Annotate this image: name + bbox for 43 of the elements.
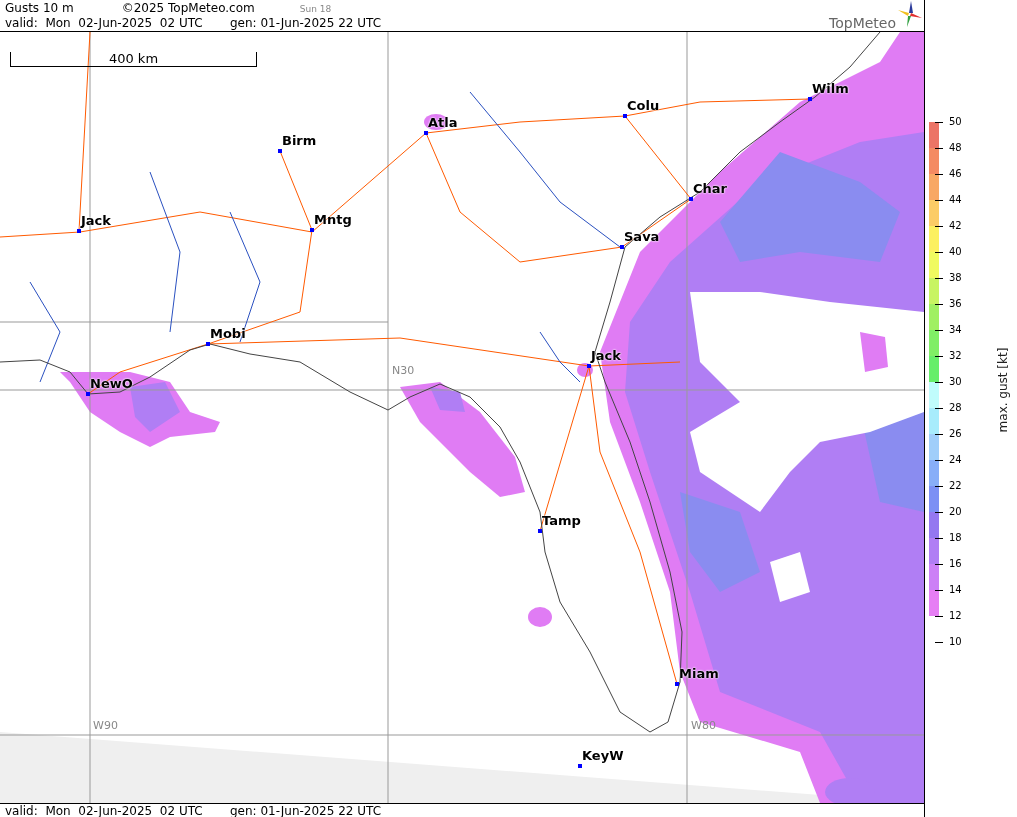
city-label: Miam [679,666,719,681]
scale-tick-label: 18 [949,532,962,544]
scale-bar: 400 km [10,52,257,67]
scale-tick-label: 46 [949,168,962,180]
scale-tick-label: 40 [949,246,962,258]
scale-tick-label: 42 [949,220,962,232]
scale-tick-label: 28 [949,402,962,414]
grid-label: W80 [691,720,716,732]
city-label: KeyW [582,748,624,763]
generated-time: gen: 01-Jun-2025 22 UTC [230,804,382,817]
scale-tick-label: 44 [949,194,962,206]
scale-tick-label: 26 [949,428,962,440]
generated-time: gen: 01-Jun-2025 22 UTC [230,16,382,31]
city-label: Colu [627,98,660,113]
city-label: Tamp [542,513,581,528]
run-label: Sun 18 [299,3,332,16]
scale-tick-label: 30 [949,376,962,388]
grid-label: N30 [392,365,415,377]
city-label: Birm [282,133,317,148]
scale-tick-label: 20 [949,506,962,518]
city-label: Jack [81,213,111,228]
logo-text: TopMeteo [829,15,896,31]
scale-tick-label: 12 [949,610,962,622]
scale-tick-label: 32 [949,350,962,362]
scale-tick-label: 36 [949,298,962,310]
valid-time: valid: Mon 02-Jun-2025 02 UTC [5,804,203,817]
copyright-text: ©2025 TopMeteo.com [121,1,255,16]
scale-tick-label: 24 [949,454,962,466]
scale-tick-label: 48 [949,142,962,154]
city-label: Jack [591,348,621,363]
scale-tick-label: 22 [949,480,962,492]
map-title: Gusts 10 m [5,1,74,16]
scale-tick-label: 10 [949,636,962,648]
scale-tick-label: 50 [949,116,962,128]
scale-tick-label: 14 [949,584,962,596]
city-label: Wilm [812,81,849,96]
legend-title: max. gust [kt] [996,346,1010,435]
scale-tick-label: 38 [949,272,962,284]
valid-time: valid: Mon 02-Jun-2025 02 UTC [5,16,203,31]
grid-label: W90 [93,720,118,732]
scale-tick-label: 16 [949,558,962,570]
city-label: Atla [428,115,458,130]
scale-tick-label: 34 [949,324,962,336]
